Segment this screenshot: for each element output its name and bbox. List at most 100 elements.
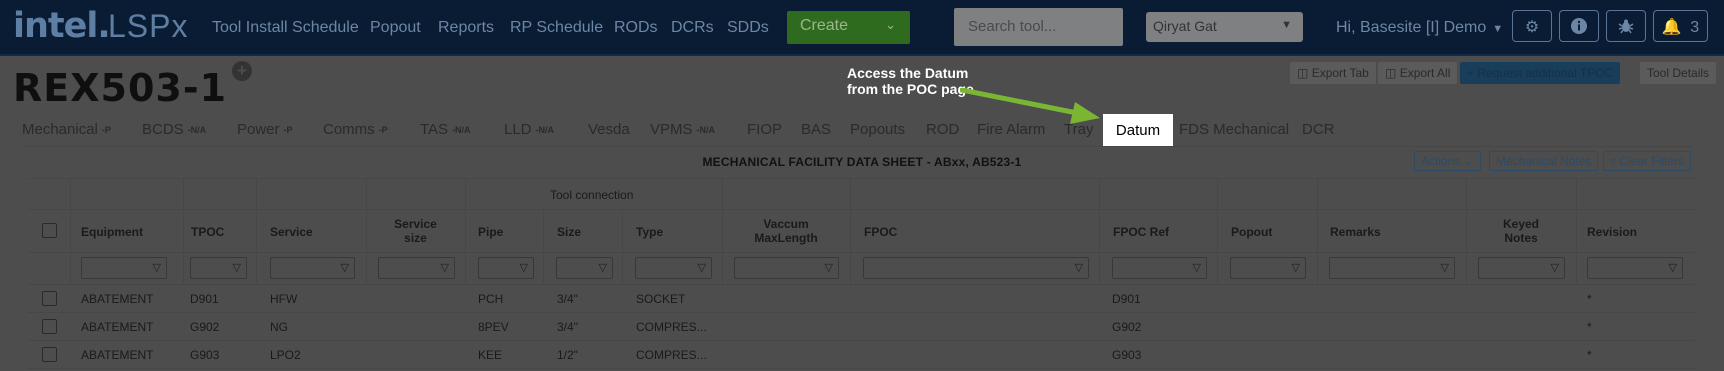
col-service-size[interactable]: Service size — [366, 217, 465, 245]
cell-equipment: ABATEMENT — [81, 348, 154, 362]
filter-remarks[interactable]: ▽ — [1329, 257, 1455, 279]
row-checkbox[interactable] — [42, 319, 57, 334]
col-vaccum-maxlength[interactable]: Vaccum MaxLength — [722, 217, 850, 245]
filter-size[interactable]: ▽ — [556, 257, 613, 279]
nav-reports[interactable]: Reports — [438, 19, 494, 37]
info-icon — [1571, 18, 1587, 34]
tab-popouts[interactable]: Popouts — [850, 121, 905, 138]
filter-keyed-notes[interactable]: ▽ — [1478, 257, 1565, 279]
tab-bcds[interactable]: BCDS -N/A — [142, 121, 206, 138]
tab-fiop[interactable]: FIOP — [747, 121, 782, 138]
callout-line-1: Access the Datum — [847, 65, 969, 81]
info-button[interactable] — [1559, 10, 1599, 42]
bug-report-button[interactable] — [1606, 10, 1646, 42]
settings-button[interactable]: ⚙ — [1512, 10, 1552, 42]
row-checkbox[interactable] — [42, 291, 57, 306]
export-all-button[interactable]: ◫ Export All — [1378, 62, 1458, 84]
cell-pipe: PCH — [478, 292, 504, 306]
filter-service-size[interactable]: ▽ — [378, 257, 455, 279]
nav-rods[interactable]: RODs — [614, 19, 658, 37]
col-fpoc-ref[interactable]: FPOC Ref — [1113, 225, 1169, 239]
col-pipe[interactable]: Pipe — [478, 225, 503, 239]
notifications-button[interactable]: 🔔 3 — [1653, 10, 1708, 42]
site-value: Qiryat Gat — [1153, 18, 1217, 34]
tab-tas[interactable]: TAS -N/A — [420, 121, 471, 138]
filter-service[interactable]: ▽ — [270, 257, 355, 279]
actions-dropdown[interactable]: Actions ⌄ — [1414, 151, 1481, 171]
mechanical-notes-button[interactable]: Mechanical Notes — [1489, 151, 1599, 171]
nav-rp-schedule[interactable]: RP Schedule — [510, 19, 603, 37]
cell-tpoc: D901 — [190, 292, 219, 306]
filter-clear-icon: ▿ — [1610, 154, 1617, 168]
tab-dcr[interactable]: DCR — [1302, 121, 1335, 138]
filter-fpoc-ref[interactable]: ▽ — [1112, 257, 1207, 279]
file-icon: ◫ — [1297, 66, 1309, 80]
grid-line — [28, 312, 1694, 313]
chevron-down-icon: ⌄ — [1463, 154, 1474, 168]
col-service-size-line1: Service — [394, 217, 437, 231]
tool-details-button[interactable]: Tool Details — [1640, 62, 1717, 84]
tab-status: -P — [101, 125, 111, 135]
col-revision[interactable]: Revision — [1587, 225, 1637, 239]
row-checkbox[interactable] — [42, 347, 57, 362]
file-icon: ◫ — [1385, 66, 1397, 80]
nav-tool-install-schedule[interactable]: Tool Install Schedule — [212, 19, 359, 37]
tab-datum[interactable]: Datum — [1103, 114, 1173, 146]
filter-pipe[interactable]: ▽ — [478, 257, 534, 279]
filter-vaccum-maxlength[interactable]: ▽ — [734, 257, 839, 279]
filter-popout[interactable]: ▽ — [1230, 257, 1306, 279]
col-equipment[interactable]: Equipment — [81, 225, 143, 239]
filter-fpoc[interactable]: ▽ — [863, 257, 1089, 279]
tab-label: Popouts — [850, 121, 906, 138]
product-name[interactable]: LSPx — [108, 8, 188, 45]
cell-tpoc: G903 — [190, 348, 220, 362]
col-fpoc[interactable]: FPOC — [864, 225, 897, 239]
filter-type[interactable]: ▽ — [635, 257, 712, 279]
grid-line — [28, 252, 1694, 253]
create-button[interactable]: Create ⌄ — [787, 11, 910, 44]
col-size[interactable]: Size — [557, 225, 581, 239]
request-tpoc-button[interactable]: + Request additional TPOC — [1460, 62, 1621, 84]
user-greeting: Hi, Basesite [I] Demo — [1336, 19, 1487, 36]
select-all-checkbox[interactable] — [42, 223, 57, 238]
col-service-size-line2: size — [404, 231, 427, 245]
tab-status: -N/A — [187, 125, 207, 135]
tab-label: Comms — [323, 121, 375, 138]
filter-icon: ▽ — [440, 262, 449, 274]
col-popout[interactable]: Popout — [1231, 225, 1272, 239]
nav-sdds[interactable]: SDDs — [727, 19, 769, 37]
tab-fds-mechanical[interactable]: FDS Mechanical — [1179, 121, 1289, 138]
tab-lld[interactable]: LLD -N/A — [504, 121, 554, 138]
col-service[interactable]: Service — [270, 225, 313, 239]
col-tpoc[interactable]: TPOC — [191, 225, 224, 239]
add-icon[interactable]: + — [232, 61, 252, 81]
intel-logo[interactable]: intel. — [13, 6, 111, 46]
tab-label: BAS — [801, 121, 832, 138]
filter-revision[interactable]: ▽ — [1587, 257, 1683, 279]
filter-tpoc[interactable]: ▽ — [190, 257, 247, 279]
tab-vpms[interactable]: VPMS -N/A — [650, 121, 715, 138]
col-type[interactable]: Type — [636, 225, 663, 239]
user-menu[interactable]: Hi, Basesite [I] Demo ▼ — [1336, 19, 1503, 37]
filter-icon: ▽ — [1668, 262, 1677, 274]
tab-power[interactable]: Power -P — [237, 121, 293, 138]
tab-bas[interactable]: BAS — [801, 121, 831, 138]
site-select[interactable]: Qiryat Gat ▼ — [1146, 12, 1303, 42]
export-tab-button[interactable]: ◫ Export Tab — [1290, 62, 1376, 84]
col-remarks[interactable]: Remarks — [1330, 225, 1381, 239]
col-keyed-notes[interactable]: Keyed Notes — [1466, 217, 1576, 245]
bug-icon — [1618, 19, 1634, 34]
tab-label: ROD — [926, 121, 960, 138]
search-tool-input[interactable]: Search tool... — [954, 8, 1123, 46]
clear-filters-button[interactable]: ▿ Clear Filters — [1603, 151, 1692, 171]
nav-popout[interactable]: Popout — [370, 19, 421, 37]
grid-line — [465, 178, 466, 284]
tab-comms[interactable]: Comms -P — [323, 121, 388, 138]
nav-dcrs[interactable]: DCRs — [671, 19, 714, 37]
tab-vesda[interactable]: Vesda — [588, 121, 630, 138]
tab-mechanical[interactable]: Mechanical -P — [22, 121, 111, 138]
tab-rod[interactable]: ROD — [926, 121, 959, 138]
filter-equipment[interactable]: ▽ — [81, 257, 167, 279]
filter-icon: ▽ — [152, 262, 161, 274]
tab-label: Mechanical — [22, 121, 98, 138]
